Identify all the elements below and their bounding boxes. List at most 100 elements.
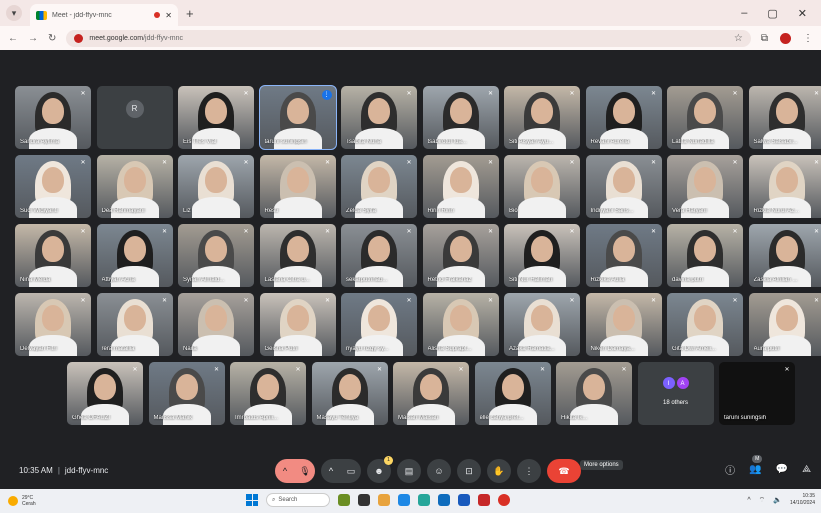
minimize-button[interactable]: – — [741, 7, 747, 20]
camera-options-chevron-icon[interactable]: ^ — [321, 459, 341, 483]
participant-tile[interactable]: Zelda Syifa ✕ — [341, 155, 417, 218]
raise-hand-button[interactable]: ✋ — [487, 459, 511, 483]
extensions-icon[interactable]: ⧉ — [761, 33, 768, 44]
new-tab-button[interactable]: + — [186, 6, 194, 21]
participant-tile[interactable]: Rizkika Aulia ✕ — [585, 224, 662, 287]
people-icon[interactable]: 👥 M — [749, 455, 763, 475]
present-screen-button[interactable]: ⊡ — [457, 459, 481, 483]
participant-tile[interactable]: Naila ✕ — [178, 293, 254, 356]
participant-tile[interactable]: rera matallia ✕ — [96, 293, 173, 356]
meeting-details-icon[interactable]: ⓘ — [725, 462, 735, 477]
participant-tile[interactable]: Salwa Salsabil... ✕ — [748, 86, 821, 149]
others-tile[interactable]: I A 18 others — [637, 362, 714, 425]
participant-tile[interactable]: Rizkia Nurul Az... ✕ — [748, 155, 821, 218]
forward-arrow-icon[interactable]: → — [28, 33, 38, 44]
leave-call-button[interactable]: ☎ — [547, 459, 581, 483]
participant-tile[interactable]: Dea Rahmayani ✕ — [96, 155, 173, 218]
captions-button[interactable]: ▤ — [397, 459, 421, 483]
participant-tile[interactable]: taruni suningsih ⋮ — [258, 85, 337, 150]
acrobat-app-icon[interactable] — [478, 494, 490, 506]
participant-tile[interactable]: Bio ✕ — [504, 155, 580, 218]
maximize-button[interactable]: ▢ — [767, 7, 777, 20]
tab-search-button[interactable]: ▾ — [6, 5, 22, 21]
participant-tile[interactable]: Marissa Manik ✕ — [148, 362, 225, 425]
participant-tile[interactable]: Indriyani Sans... ✕ — [585, 155, 662, 218]
participant-tile[interactable]: Alisha Suprapt... ✕ — [422, 293, 499, 356]
participant-tile[interactable]: Attiyah Acha ✕ — [96, 224, 173, 287]
participant-tile[interactable]: Azaka Ramatia... ✕ — [504, 293, 580, 356]
participant-tile[interactable]: Latifa Nurfadilla ✕ — [667, 86, 743, 149]
tab-close-icon[interactable]: ✕ — [165, 11, 172, 20]
mic-options-chevron-icon[interactable]: ^ — [275, 459, 295, 483]
meeting-code[interactable]: jdd-ffyv-mnc — [65, 466, 108, 475]
participant-tile[interactable]: Retno Fralkahaz ✕ — [422, 224, 499, 287]
network-icon[interactable]: ⌔ — [759, 496, 766, 505]
participant-tile[interactable]: tsabirotul fua... ✕ — [422, 86, 499, 149]
participant-tile[interactable]: Maisah Maisah ✕ — [393, 362, 469, 425]
participant-tile[interactable]: Suci Widiyanti ✕ — [15, 155, 91, 218]
emoji-button[interactable]: ☺ — [427, 459, 451, 483]
participant-tile[interactable]: Syifan Almaid... ✕ — [178, 224, 254, 287]
participant-face — [449, 98, 472, 124]
participant-tile[interactable]: nyayu rizqy sy... ✕ — [341, 293, 417, 356]
reload-icon[interactable]: ↻ — [48, 33, 56, 44]
word-app-icon[interactable] — [458, 494, 470, 506]
taskbar-search[interactable]: ⌕ Search — [266, 493, 330, 507]
address-bar[interactable]: meet.google.com/jdd-ffyv-mnc ☆ — [66, 29, 751, 47]
participant-tile[interactable]: Siti Nur Halimah ✕ — [504, 224, 580, 287]
participant-tile[interactable]: Zaskia Afrilian ... ✕ — [748, 224, 821, 287]
speaker-icon[interactable]: 🔈 — [773, 496, 782, 504]
participant-tile[interactable]: Masayu Tentiya ✕ — [311, 362, 388, 425]
participant-tile[interactable]: Nina Melda ✕ — [15, 224, 91, 287]
participant-tile[interactable]: Geisha Putri ✕ — [259, 293, 336, 356]
tray-overflow-icon[interactable]: ^ — [747, 497, 750, 504]
participant-name: Delvayan Fitri — [20, 346, 57, 352]
site-info-icon[interactable] — [74, 33, 84, 43]
participant-tile[interactable]: Ririn Ririn ✕ — [422, 155, 499, 218]
participant-tile[interactable]: Eis Tres Vial ✕ — [178, 86, 254, 149]
chrome-app-icon[interactable] — [498, 494, 510, 506]
self-view-tile[interactable]: taruni suningsih ✕ — [719, 362, 795, 425]
camera-icon[interactable]: ▭ — [341, 459, 361, 483]
more-options-button[interactable]: ⋮ — [517, 459, 541, 483]
participant-tile[interactable]: Ghea OFAUZI ✕ — [67, 362, 143, 425]
participant-tile[interactable]: Resti ✕ — [259, 155, 336, 218]
browser-tab-meet[interactable]: Meet - jdd-ffyv-mnc ✕ — [30, 4, 178, 26]
windows-start-icon[interactable] — [246, 494, 258, 506]
back-arrow-icon[interactable]: ← — [8, 33, 18, 44]
taskbar-clock[interactable]: 10:35 14/10/2024 — [790, 493, 815, 507]
participant-tile[interactable]: Hikita Ik... ✕ — [556, 362, 632, 425]
participant-tile[interactable]: Tsabita Nuha ✕ — [341, 86, 417, 149]
mail-app-icon[interactable] — [438, 494, 450, 506]
close-window-button[interactable]: ✕ — [798, 7, 807, 20]
profile-avatar[interactable] — [780, 32, 791, 44]
file-explorer-icon[interactable] — [378, 494, 390, 506]
participant-tile[interactable]: davina putri ✕ — [667, 224, 743, 287]
browser-menu-icon[interactable]: ⋮ — [803, 33, 813, 44]
store-app-icon[interactable] — [418, 494, 430, 506]
mic-off-icon[interactable]: 🎙 — [295, 459, 315, 483]
participant-tile[interactable]: Vera Haryani ✕ — [667, 155, 743, 218]
participant-tile[interactable]: sekarputrinab... ✕ — [341, 224, 417, 287]
participant-tile[interactable]: Liz ✕ — [178, 155, 254, 218]
bookmark-star-icon[interactable]: ☆ — [734, 33, 743, 44]
chat-icon[interactable]: 💬 — [776, 464, 788, 475]
activities-icon[interactable]: ⟁ — [802, 464, 811, 475]
mic-off-icon: ✕ — [80, 160, 86, 166]
task-view-icon[interactable] — [358, 494, 370, 506]
participant-tile[interactable]: Imroatus Aprili... ✕ — [230, 362, 306, 425]
participant-tile[interactable]: Revani Aurelia ✕ — [585, 86, 662, 149]
weather-widget[interactable]: 29°C Cerah — [8, 495, 36, 507]
participant-tile-avatar[interactable]: R — [96, 86, 173, 149]
participant-tile[interactable]: Aura putri ✕ — [748, 293, 821, 356]
participant-tile[interactable]: elle cahya pret... ✕ — [474, 362, 551, 425]
widgets-app-icon[interactable] — [338, 494, 350, 506]
participant-tile[interactable]: Laslaria Citra d... ✕ — [259, 224, 336, 287]
participant-tile[interactable]: Siti Aisyah Ayu... ✕ — [504, 86, 580, 149]
edge-browser-icon[interactable] — [398, 494, 410, 506]
participant-tile[interactable]: Gita Dwi Ameli... ✕ — [667, 293, 743, 356]
participant-tile[interactable]: Niken Damaya... ✕ — [585, 293, 662, 356]
reactions-button[interactable]: ☻ 1 — [367, 456, 393, 483]
participant-tile[interactable]: Sandra Ayfima ✕ — [15, 86, 91, 149]
participant-tile[interactable]: Delvayan Fitri ✕ — [15, 293, 91, 356]
